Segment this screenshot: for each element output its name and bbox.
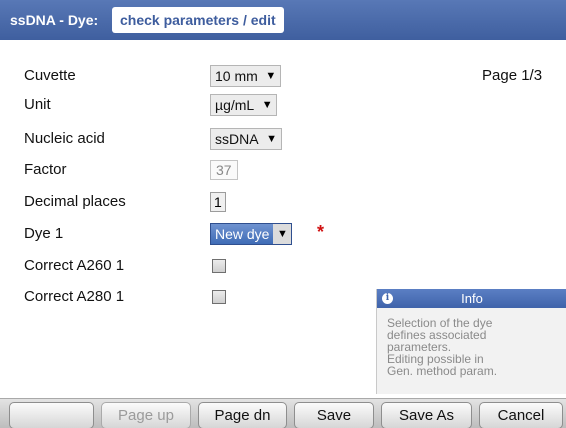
save-as-button[interactable]: Save As [381, 402, 472, 428]
title-bar: ssDNA - Dye: check parameters / edit [0, 0, 566, 40]
info-title: Info [461, 291, 483, 306]
method-name: ssDNA - Dye: [10, 12, 99, 28]
info-text: Selection of the dye defines associated … [387, 316, 498, 378]
chevron-down-icon[interactable]: ▼ [273, 224, 291, 244]
blank-softkey[interactable] [9, 402, 94, 428]
cuvette-value: 10 mm [215, 68, 258, 84]
unit-value: µg/mL [215, 97, 255, 113]
nucleic-acid-value: ssDNA [215, 131, 259, 147]
required-marker: * [317, 222, 325, 242]
save-button[interactable]: Save [294, 402, 374, 428]
page-dn-button[interactable]: Page dn [198, 402, 287, 428]
info-header: i Info [377, 289, 566, 308]
correct-a260-label: Correct A260 1 [24, 257, 125, 274]
nucleic-acid-row: Nucleic acid ssDNA ▼ [0, 126, 566, 152]
softkey-bar: Page up Page dn Save Save As Cancel [0, 398, 566, 428]
decimal-places-field[interactable]: 1 [210, 192, 226, 212]
chevron-down-icon[interactable]: ▼ [258, 95, 276, 115]
correct-a260-row: Correct A260 1 [0, 253, 566, 279]
cuvette-label: Cuvette [24, 67, 76, 84]
cancel-button[interactable]: Cancel [479, 402, 563, 428]
factor-field: 37 [210, 160, 238, 180]
correct-a280-checkbox[interactable] [212, 290, 226, 304]
chevron-down-icon[interactable]: ▼ [263, 129, 281, 149]
decimal-places-row: Decimal places 1 [0, 189, 566, 215]
factor-row: Factor 37 [0, 157, 566, 183]
factor-label: Factor [24, 161, 67, 178]
info-panel: i Info Selection of the dye defines asso… [376, 289, 566, 394]
correct-a280-label: Correct A280 1 [24, 288, 125, 305]
dye1-dropdown[interactable]: New dye ▼ [210, 223, 293, 245]
tab-check-parameters[interactable]: check parameters / edit [112, 7, 284, 33]
page-up-button[interactable]: Page up [101, 402, 191, 428]
nucleic-acid-label: Nucleic acid [24, 130, 105, 147]
unit-dropdown[interactable]: µg/mL ▼ [210, 94, 278, 116]
nucleic-acid-dropdown[interactable]: ssDNA ▼ [210, 128, 282, 150]
dye1-label: Dye 1 [24, 225, 64, 242]
cuvette-row: Cuvette 10 mm ▼ [0, 63, 566, 89]
dye1-row: Dye 1 New dye ▼ * [0, 221, 566, 247]
dye1-value: New dye [211, 224, 274, 244]
unit-row: Unit µg/mL ▼ [0, 92, 566, 118]
cuvette-dropdown[interactable]: 10 mm ▼ [210, 65, 281, 87]
correct-a260-checkbox[interactable] [212, 259, 226, 273]
unit-label: Unit [24, 96, 51, 113]
chevron-down-icon[interactable]: ▼ [262, 66, 280, 86]
decimal-places-label: Decimal places [24, 193, 126, 210]
